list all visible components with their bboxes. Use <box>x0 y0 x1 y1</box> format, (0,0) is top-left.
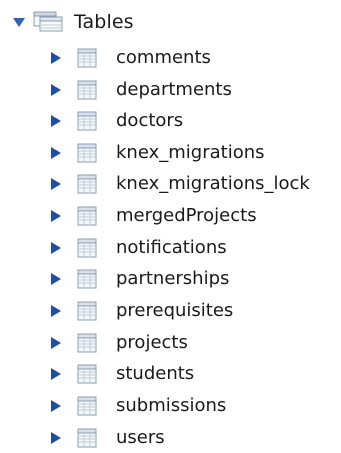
collapse-arrow-icon[interactable] <box>50 113 64 129</box>
table-row[interactable]: departments <box>50 75 232 105</box>
table-icon <box>76 395 98 417</box>
table-label: comments <box>116 47 211 68</box>
table-icon <box>76 427 98 449</box>
table-label: knex_migrations_lock <box>116 173 310 194</box>
tables-folder-icon <box>32 10 66 34</box>
table-row[interactable]: projects <box>50 328 188 358</box>
table-label: prerequisites <box>116 300 234 321</box>
collapse-arrow-icon[interactable] <box>50 398 64 414</box>
table-icon <box>76 268 98 290</box>
table-icon <box>76 142 98 164</box>
expand-arrow-icon[interactable] <box>12 15 26 29</box>
table-row[interactable]: knex_migrations <box>50 138 265 168</box>
object-tree: Tables comments departments doctors knex… <box>0 0 341 452</box>
table-label: knex_migrations <box>116 142 265 163</box>
table-row[interactable]: doctors <box>50 106 183 136</box>
table-icon <box>76 205 98 227</box>
table-label: users <box>116 427 165 448</box>
collapse-arrow-icon[interactable] <box>50 240 64 256</box>
tree-root-tables[interactable]: Tables <box>12 8 134 36</box>
table-label: partnerships <box>116 268 230 289</box>
collapse-arrow-icon[interactable] <box>50 176 64 192</box>
table-icon <box>76 332 98 354</box>
collapse-arrow-icon[interactable] <box>50 303 64 319</box>
table-icon <box>76 237 98 259</box>
table-label: submissions <box>116 395 227 416</box>
table-icon <box>76 79 98 101</box>
table-row[interactable]: mergedProjects <box>50 201 257 231</box>
table-icon <box>76 363 98 385</box>
table-icon <box>76 173 98 195</box>
table-row[interactable]: knex_migrations_lock <box>50 169 310 199</box>
table-row[interactable]: prerequisites <box>50 296 233 326</box>
collapse-arrow-icon[interactable] <box>50 208 64 224</box>
table-label: notifications <box>116 237 227 258</box>
table-row[interactable]: users <box>50 423 165 453</box>
collapse-arrow-icon[interactable] <box>50 271 64 287</box>
table-label: students <box>116 363 195 384</box>
collapse-arrow-icon[interactable] <box>50 50 64 66</box>
table-label: mergedProjects <box>116 205 257 226</box>
table-row[interactable]: comments <box>50 43 211 73</box>
table-label: doctors <box>116 110 184 131</box>
collapse-arrow-icon[interactable] <box>50 430 64 446</box>
table-label: projects <box>116 332 188 353</box>
table-icon <box>76 110 98 132</box>
table-row[interactable]: partnerships <box>50 264 229 294</box>
tree-root-label: Tables <box>74 11 134 33</box>
table-row[interactable]: submissions <box>50 391 226 421</box>
collapse-arrow-icon[interactable] <box>50 145 64 161</box>
collapse-arrow-icon[interactable] <box>50 335 64 351</box>
collapse-arrow-icon[interactable] <box>50 82 64 98</box>
table-row[interactable]: students <box>50 359 194 389</box>
table-icon <box>76 47 98 69</box>
table-label: departments <box>116 79 232 100</box>
table-icon <box>76 300 98 322</box>
collapse-arrow-icon[interactable] <box>50 366 64 382</box>
table-row[interactable]: notifications <box>50 233 227 263</box>
